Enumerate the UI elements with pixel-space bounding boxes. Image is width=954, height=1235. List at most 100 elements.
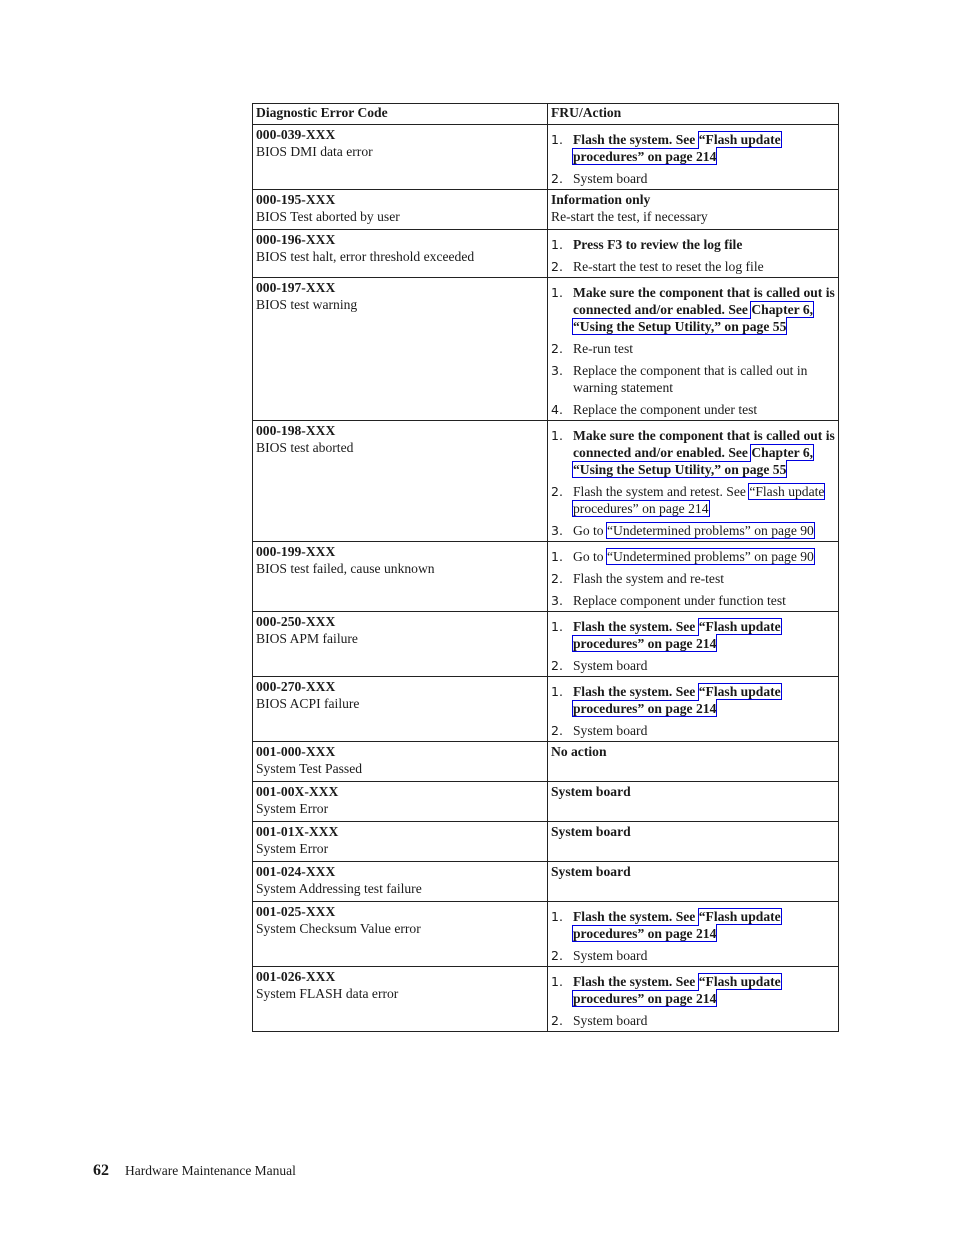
error-code-cell: 001-00X-XXX System Error [252, 781, 548, 822]
step-text: System board [573, 948, 648, 963]
error-code: 000-197-XXX [256, 280, 336, 295]
action-step: 1. Flash the system. See “Flash update pr… [551, 618, 835, 652]
action-steps-list: 1. Flash the system. See “Flash update pr… [551, 973, 835, 1029]
step-number: 1. [551, 974, 563, 989]
action-step: 2. Flash the system and retest. See “Flas… [551, 483, 835, 517]
fru-action-cell: System board [547, 861, 839, 902]
step-number: 3. [551, 523, 563, 538]
fru-action-cell: Information only Re-start the test, if ne… [547, 189, 839, 230]
action-step: 2. System board [551, 170, 835, 187]
step-number: 2. [551, 484, 563, 499]
table-row: 000-198-XXX BIOS test aborted 1. Make sure … [252, 420, 839, 542]
error-code-cell: 000-198-XXX BIOS test aborted [252, 420, 548, 542]
action-step: 1. Make sure the component that is called… [551, 427, 835, 478]
error-code-cell: 000-270-XXX BIOS ACPI failure [252, 676, 548, 742]
step-number: 2. [551, 171, 563, 186]
action-step: 2. System board [551, 947, 835, 964]
error-description: System Error [256, 841, 329, 856]
error-description: BIOS Test aborted by user [256, 209, 400, 224]
diagnostic-error-table: Diagnostic Error Code FRU/Action 000-039… [252, 103, 839, 1032]
action-steps-list: 1. Make sure the component that is called… [551, 427, 835, 539]
fru-action-cell: 1. Make sure the component that is called… [547, 277, 839, 421]
error-description: System Error [256, 801, 329, 816]
action-step: 1. Go to “Undetermined problems” on page … [551, 548, 835, 565]
table-row: 001-026-XXX System FLASH data error 1. Flas… [252, 966, 839, 1032]
step-number: 3. [551, 363, 563, 378]
footer-title: Hardware Maintenance Manual [125, 1163, 296, 1178]
step-text: Flash the system and re-test [573, 571, 725, 586]
error-code: 000-195-XXX [256, 192, 336, 207]
action-heading: System board [551, 784, 631, 799]
table-row: 001-000-XXX System Test Passed No action [252, 741, 839, 782]
error-code: 000-039-XXX [256, 127, 336, 142]
step-number: 1. [551, 684, 563, 699]
error-code: 001-000-XXX [256, 744, 336, 759]
step-number: 2. [551, 948, 563, 963]
step-number: 2. [551, 571, 563, 586]
error-code: 001-00X-XXX [256, 784, 339, 799]
step-text: Replace the component under test [573, 402, 758, 417]
action-heading: Information only [551, 192, 651, 207]
step-number: 3. [551, 593, 563, 608]
step-number: 2. [551, 341, 563, 356]
action-steps-list: 1. Go to “Undetermined problems” on page … [551, 548, 835, 609]
step-text: Re-run test [573, 341, 634, 356]
fru-action-cell: 1. Flash the system. See “Flash update pr… [547, 676, 839, 742]
action-step: 2. Re-start the test to reset the log fil… [551, 258, 835, 275]
error-code: 001-01X-XXX [256, 824, 339, 839]
header-fru-action: FRU/Action [547, 103, 839, 125]
error-code: 000-270-XXX [256, 679, 336, 694]
fru-action-cell: 1. Press F3 to review the log file 2. Re-st… [547, 229, 839, 278]
action-heading: System board [551, 864, 631, 879]
error-code-cell: 001-000-XXX System Test Passed [252, 741, 548, 782]
table-row: 000-199-XXX BIOS test failed, cause unkno… [252, 541, 839, 612]
step-text: Flash the system. See [573, 619, 699, 634]
step-number: 2. [551, 723, 563, 738]
cross-reference-link[interactable]: “Undetermined problems” on page 90 [605, 548, 815, 565]
step-text: Go to [573, 549, 607, 564]
fru-action-cell: System board [547, 781, 839, 822]
action-step: 1. Press F3 to review the log file [551, 236, 835, 253]
step-text: Flash the system and retest. See [573, 484, 750, 499]
step-text: Press F3 to review the log file [573, 237, 743, 252]
table-row: 000-195-XXX BIOS Test aborted by user Info… [252, 189, 839, 230]
step-text: System board [573, 171, 648, 186]
step-text: System board [573, 658, 648, 673]
table-header-row: Diagnostic Error Code FRU/Action [252, 103, 839, 125]
step-number: 4. [551, 402, 563, 417]
step-number: 1. [551, 285, 563, 300]
error-description: System Checksum Value error [256, 921, 421, 936]
step-text: Flash the system. See [573, 909, 699, 924]
error-description: System Addressing test failure [256, 881, 422, 896]
step-number: 2. [551, 259, 563, 274]
error-code-cell: 000-196-XXX BIOS test halt, error thresho… [252, 229, 548, 278]
error-code: 000-196-XXX [256, 232, 336, 247]
error-code: 001-026-XXX [256, 969, 336, 984]
step-text: Replace the component that is called out… [573, 363, 808, 395]
fru-action-cell: 1. Make sure the component that is called… [547, 420, 839, 542]
error-code-cell: 001-026-XXX System FLASH data error [252, 966, 548, 1032]
step-number: 1. [551, 549, 563, 564]
action-text: Re-start the test, if necessary [551, 209, 708, 224]
step-text: Go to [573, 523, 607, 538]
fru-action-cell: 1. Go to “Undetermined problems” on page … [547, 541, 839, 612]
action-step: 1. Flash the system. See “Flash update pr… [551, 908, 835, 942]
error-description: System FLASH data error [256, 986, 399, 1001]
table-row: 001-024-XXX System Addressing test failur… [252, 861, 839, 902]
action-steps-list: 1. Press F3 to review the log file 2. Re-st… [551, 236, 835, 275]
action-heading: System board [551, 824, 631, 839]
table-row: 000-196-XXX BIOS test halt, error thresho… [252, 229, 839, 278]
error-code: 001-025-XXX [256, 904, 336, 919]
error-code: 000-250-XXX [256, 614, 336, 629]
step-text: Replace component under function test [573, 593, 786, 608]
fru-action-cell: 1. Flash the system. See “Flash update pr… [547, 124, 839, 190]
action-steps-list: 1. Make sure the component that is called… [551, 284, 835, 418]
step-number: 1. [551, 619, 563, 634]
step-number: 1. [551, 132, 563, 147]
error-description: System Test Passed [256, 761, 363, 776]
action-steps-list: 1. Flash the system. See “Flash update pr… [551, 131, 835, 187]
error-description: BIOS test failed, cause unknown [256, 561, 435, 576]
cross-reference-link[interactable]: “Undetermined problems” on page 90 [605, 522, 815, 539]
action-step: 2. Re-run test [551, 340, 835, 357]
step-text: Flash the system. See [573, 684, 699, 699]
